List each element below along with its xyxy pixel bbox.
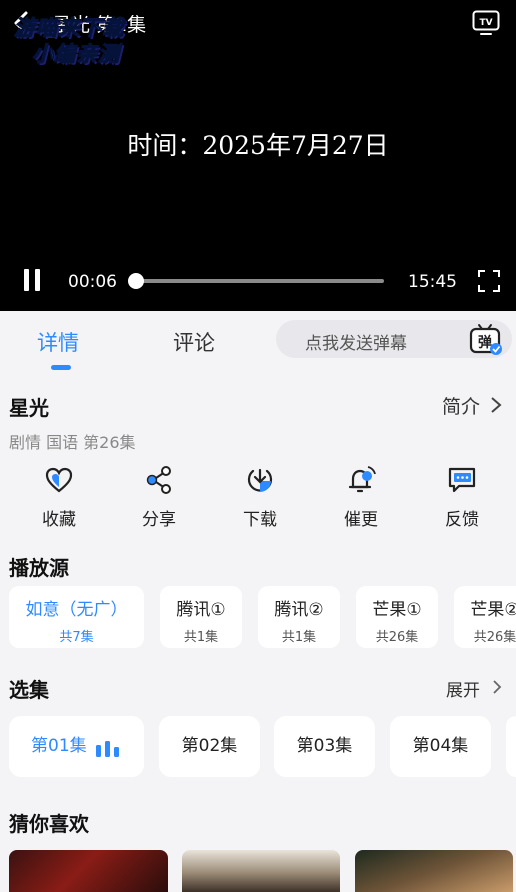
source-item[interactable]: 腾讯① 共1集 bbox=[160, 586, 242, 648]
sources-title: 播放源 bbox=[9, 556, 69, 580]
fullscreen-icon[interactable] bbox=[477, 269, 501, 293]
download-label: 下载 bbox=[243, 510, 277, 530]
video-player[interactable]: 星光 第1集 游喵来下载 小编亲测 TV 时间：2025年7月27日 00:06… bbox=[0, 0, 516, 311]
progress-bar[interactable] bbox=[128, 273, 384, 289]
episode-item-partial[interactable] bbox=[506, 716, 516, 777]
svg-text:TV: TV bbox=[479, 18, 492, 28]
download-icon bbox=[247, 468, 273, 492]
danmu-input[interactable]: 点我发送弹幕 弹 bbox=[276, 320, 512, 358]
episode-label: 第01集 bbox=[31, 736, 87, 756]
episode-item[interactable]: 第01集 bbox=[9, 716, 144, 777]
source-name: 腾讯① bbox=[176, 600, 226, 620]
share-icon bbox=[146, 466, 171, 494]
chevron-right-icon[interactable] bbox=[490, 396, 502, 414]
source-name: 芒果② bbox=[470, 600, 516, 620]
source-count: 共26集 bbox=[473, 630, 516, 645]
tab-details[interactable]: 详情 bbox=[37, 327, 79, 357]
danmu-icon-text: 弹 bbox=[478, 334, 492, 351]
source-item[interactable]: 芒果② 共26集 bbox=[454, 586, 516, 648]
danmu-toggle-icon[interactable]: 弹 bbox=[468, 322, 504, 356]
current-time: 00:06 bbox=[68, 272, 117, 292]
bell-icon bbox=[348, 466, 376, 493]
source-item[interactable]: 腾讯② 共1集 bbox=[258, 586, 340, 648]
feedback-button[interactable]: 反馈 bbox=[422, 465, 502, 530]
action-row: 收藏 分享 下载 催更 反馈 bbox=[0, 465, 516, 535]
expand-link[interactable]: 展开 bbox=[446, 676, 480, 701]
recommend-poster[interactable] bbox=[182, 850, 340, 892]
source-item[interactable]: 如意（无广） 共7集 bbox=[9, 586, 144, 648]
heart-icon bbox=[45, 467, 73, 493]
source-name: 芒果① bbox=[372, 600, 422, 620]
watermark-logo: 游喵来下载 小编亲测 bbox=[10, 8, 160, 68]
source-count: 共1集 bbox=[183, 630, 219, 645]
share-label: 分享 bbox=[142, 510, 176, 530]
favorite-label: 收藏 bbox=[42, 510, 76, 530]
progress-knob[interactable] bbox=[128, 273, 144, 289]
total-time: 15:45 bbox=[408, 272, 457, 292]
tab-bar: 详情 评论 点我发送弹幕 弹 bbox=[0, 311, 516, 371]
favorite-button[interactable]: 收藏 bbox=[19, 465, 99, 530]
episode-item[interactable]: 第02集 bbox=[159, 716, 260, 777]
remind-update-button[interactable]: 催更 bbox=[321, 465, 401, 530]
source-count: 共26集 bbox=[375, 630, 419, 645]
download-button[interactable]: 下载 bbox=[220, 465, 300, 530]
remind-update-label: 催更 bbox=[344, 510, 378, 530]
recommend-poster[interactable] bbox=[355, 850, 513, 892]
share-button[interactable]: 分享 bbox=[119, 465, 199, 530]
intro-link[interactable]: 简介 bbox=[442, 392, 480, 419]
tab-comments[interactable]: 评论 bbox=[173, 327, 215, 357]
source-name: 如意（无广） bbox=[25, 600, 128, 620]
source-count: 共7集 bbox=[59, 630, 94, 645]
recommend-title: 猜你喜欢 bbox=[9, 812, 89, 836]
feedback-label: 反馈 bbox=[445, 510, 479, 530]
tv-cast-icon[interactable]: TV bbox=[472, 10, 500, 36]
playing-bars-icon bbox=[96, 741, 119, 757]
episode-item[interactable]: 第04集 bbox=[390, 716, 491, 777]
source-item[interactable]: 芒果① 共26集 bbox=[356, 586, 438, 648]
video-overlay-text: 时间：2025年7月27日 bbox=[127, 131, 389, 160]
episode-list: 第01集 第02集 第03集 第04集 bbox=[9, 716, 516, 777]
show-title: 星光 bbox=[9, 396, 49, 420]
source-name: 腾讯② bbox=[274, 600, 324, 620]
watermark-line2: 小编亲测 bbox=[32, 42, 120, 67]
feedback-icon bbox=[448, 467, 476, 493]
recommend-list bbox=[0, 850, 516, 892]
episode-item[interactable]: 第03集 bbox=[274, 716, 375, 777]
source-count: 共1集 bbox=[281, 630, 317, 645]
show-meta: 剧情 国语 第26集 bbox=[9, 433, 136, 452]
chevron-right-icon[interactable] bbox=[492, 679, 502, 695]
danmu-placeholder: 点我发送弹幕 bbox=[305, 334, 407, 354]
episodes-title: 选集 bbox=[9, 678, 49, 702]
source-list: 如意（无广） 共7集 腾讯① 共1集 腾讯② 共1集 芒果① 共26集 芒果② … bbox=[9, 586, 516, 648]
tab-indicator bbox=[51, 365, 71, 370]
recommend-poster[interactable] bbox=[9, 850, 168, 892]
pause-icon[interactable] bbox=[22, 268, 42, 292]
